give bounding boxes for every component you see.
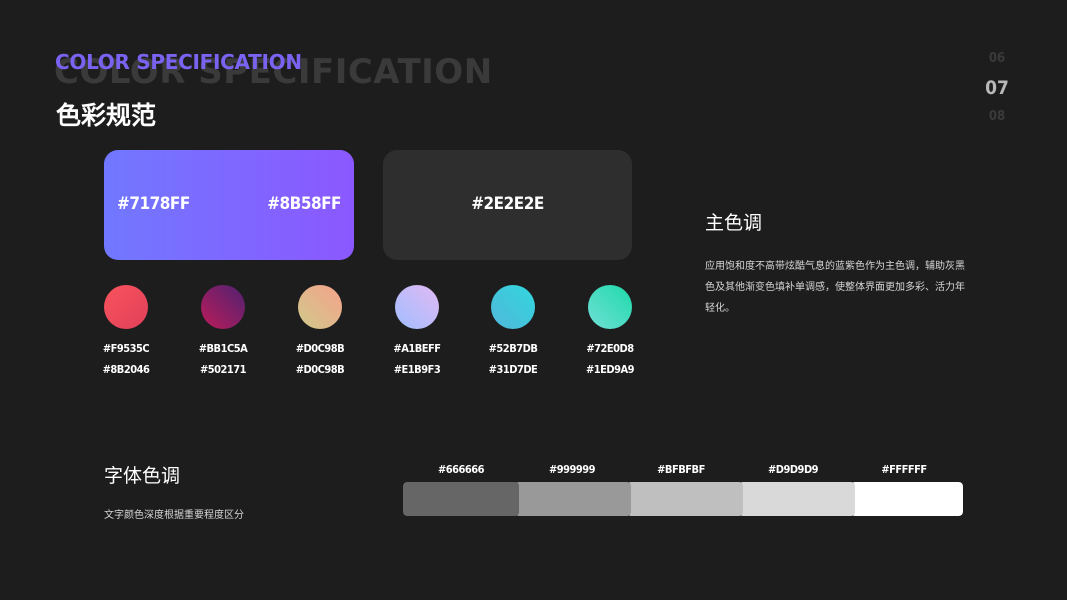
gradient-swatch-5 (491, 285, 535, 329)
font-color-scale (403, 482, 963, 516)
secondary-color-card: #2E2E2E (383, 150, 632, 260)
font-color-label: #FFFFFF (881, 463, 927, 476)
primary-color-end-hex: #8B58FF (267, 194, 341, 214)
page-prev[interactable]: 06 (982, 50, 1012, 68)
font-color-swatch-bfbfbf (627, 482, 743, 516)
secondary-color-hex: #2E2E2E (471, 194, 544, 214)
font-color-swatch-d9d9d9 (739, 482, 855, 516)
main-tone-description: 应用饱和度不高带炫酷气息的蓝紫色作为主色调，辅助灰黑色及其他渐变色填补单调感，使… (705, 261, 965, 314)
font-color-label: #999999 (548, 463, 596, 476)
gradient-swatch-3 (298, 285, 342, 329)
page-indicator: 06 07 08 (982, 50, 1012, 126)
swatch-hex-top: #D0C98B (295, 342, 345, 355)
swatch-hex-bottom: #8B2046 (102, 363, 150, 376)
swatch-hex-top: #BB1C5A (198, 342, 248, 355)
gradient-swatch-1 (104, 285, 148, 329)
font-tone-title: 字体色调 (104, 465, 181, 487)
font-color-label: #D9D9D9 (767, 463, 819, 476)
font-tone-description: 文字颜色深度根据重要程度区分 (104, 510, 244, 521)
swatch-hex-bottom: #D0C98B (295, 363, 345, 376)
english-title: COLOR SPECIFICATION (55, 50, 302, 74)
swatch-hex-bottom: #1ED9A9 (585, 363, 635, 376)
swatch-hex-top: #A1BEFF (393, 342, 441, 355)
swatch-hex-top: #72E0D8 (586, 342, 634, 355)
font-color-swatch-999999 (515, 482, 631, 516)
primary-color-card: #7178FF #8B58FF (104, 150, 354, 260)
primary-color-start-hex: #7178FF (117, 194, 190, 214)
font-color-label: #BFBFBF (657, 463, 705, 476)
gradient-swatch-2 (201, 285, 245, 329)
page-current: 07 (985, 77, 1009, 99)
font-color-swatch-666666 (403, 482, 519, 516)
gradient-swatch-4 (395, 285, 439, 329)
swatch-hex-top: #52B7DB (488, 342, 538, 355)
swatch-hex-bottom: #31D7DE (488, 363, 538, 376)
swatch-hex-bottom: #E1B9F3 (393, 363, 441, 376)
gradient-swatch-6 (588, 285, 632, 329)
font-color-swatch-ffffff (851, 482, 963, 516)
main-tone-title: 主色调 (705, 212, 763, 234)
swatch-hex-bottom: #502171 (199, 363, 247, 376)
page-next[interactable]: 08 (982, 108, 1012, 126)
font-color-label: #666666 (437, 463, 485, 476)
page-title: 色彩规范 (56, 101, 157, 130)
swatch-hex-top: #F9535C (102, 342, 150, 355)
